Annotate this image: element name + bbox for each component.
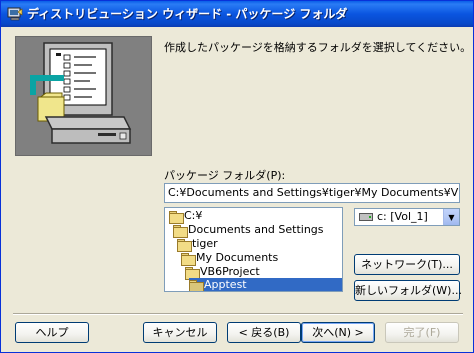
new-folder-button[interactable]: 新しいフォルダ(W)... [354,280,462,301]
tree-item-label: C:¥ [184,209,203,222]
tree-item-label: My Documents [196,251,279,264]
tree-item-label: VB6Project [200,265,260,278]
back-button[interactable]: < 戻る(B) [227,322,301,343]
tree-item-label: Apptest [204,278,247,291]
wizard-icon [7,7,23,21]
window-title: ディストリビューション ウィザード - パッケージ フォルダ [27,7,348,21]
tree-item-vb6project[interactable]: VB6Project [185,265,260,280]
finish-button: 完了(F) [385,322,459,343]
folder-icon [173,224,188,238]
folder-open-icon [189,279,204,291]
network-button[interactable]: ネットワーク(T)... [354,254,460,275]
folder-icon [169,210,184,224]
computer-folder-illustration [15,36,152,156]
folder-icon [181,252,196,266]
folder-icon [185,266,200,280]
wizard-window: ディストリビューション ウィザード - パッケージ フォルダ 作成したパッケージ… [0,0,474,353]
drive-value: c: [Vol_1] [377,210,428,223]
tree-item-documents-and-settings[interactable]: Documents and Settings [173,223,324,238]
drive-select[interactable]: c: [Vol_1] ▼ [354,208,460,226]
chevron-down-icon[interactable]: ▼ [443,209,459,225]
package-folder-label: パッケージ フォルダ(P): [164,169,286,182]
help-button[interactable]: ヘルプ [15,322,89,343]
tree-item-apptest-selected[interactable]: Apptest [189,278,342,291]
tree-item-my-documents[interactable]: My Documents [181,251,279,266]
tree-item-label: Documents and Settings [188,223,324,236]
cancel-button[interactable]: キャンセル [143,322,217,343]
tree-item-label: tiger [192,237,218,250]
footer-separator [13,313,463,315]
folder-tree[interactable]: C:¥ Documents and Settings tiger My Docu… [164,207,343,292]
tree-item-drive[interactable]: C:¥ [169,209,203,224]
package-folder-path-input[interactable]: C:¥Documents and Settings¥tiger¥My Docum… [164,183,460,203]
next-button[interactable]: 次へ(N) > [301,322,375,343]
title-bar[interactable]: ディストリビューション ウィザード - パッケージ フォルダ [1,1,473,27]
instruction-text: 作成したパッケージを格納するフォルダを選択してください。 [164,41,472,54]
tree-item-tiger[interactable]: tiger [177,237,218,252]
folder-icon [177,238,192,252]
drive-icon [359,213,373,221]
